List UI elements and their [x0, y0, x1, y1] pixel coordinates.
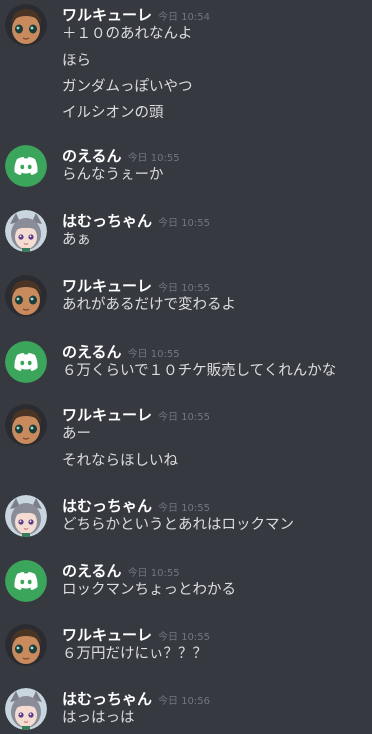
message-header: はむっちゃん 今日 10:56 [62, 688, 210, 708]
message-text: あれがあるだけで変わるよ [62, 297, 236, 313]
hamucchan-avatar-icon [5, 210, 47, 252]
message-header: はむっちゃん 今日 10:55 [62, 210, 210, 230]
username[interactable]: ワルキューレ [62, 277, 152, 295]
message-header: のえるん 今日 10:55 [62, 560, 180, 580]
timestamp: 今日 10:56 [158, 696, 211, 707]
walkure-avatar-icon [5, 4, 47, 46]
message-text: ロックマンちょっとわかる [62, 582, 236, 598]
timestamp: 今日 10:55 [158, 218, 211, 229]
message-header: ワルキューレ 今日 10:54 [62, 4, 210, 24]
message-header: ワルキューレ 今日 10:55 [62, 275, 210, 295]
message-text: ＋１０のあれなんよ [62, 26, 193, 42]
avatar[interactable] [5, 560, 47, 602]
message-text: どちらかというとあれはロックマン [62, 517, 294, 533]
timestamp: 今日 10:55 [158, 632, 211, 643]
hamucchan-avatar-icon [5, 495, 47, 537]
message-text: あー [62, 426, 91, 442]
walkure-avatar-icon [5, 404, 47, 446]
message-text: はっはっは [62, 710, 135, 726]
message-text: ほら [62, 53, 91, 69]
hamucchan-avatar-icon [5, 688, 47, 730]
avatar[interactable] [5, 688, 47, 730]
avatar[interactable] [5, 404, 47, 446]
message-text: それならほしいね [62, 453, 178, 469]
avatar[interactable] [5, 275, 47, 317]
message-text: あぁ [62, 232, 91, 248]
timestamp: 今日 10:54 [158, 12, 211, 23]
message-text: ６万円だけにぃ？？？ [62, 646, 207, 662]
discord-logo-icon [5, 560, 47, 602]
username[interactable]: はむっちゃん [62, 690, 152, 708]
username[interactable]: はむっちゃん [62, 212, 152, 230]
timestamp: 今日 10:55 [158, 412, 211, 423]
avatar[interactable] [5, 495, 47, 537]
message-text: ガンダムっぽいやつ [62, 79, 193, 95]
avatar[interactable] [5, 4, 47, 46]
message-header: のえるん 今日 10:55 [62, 145, 180, 165]
avatar[interactable] [5, 624, 47, 666]
walkure-avatar-icon [5, 275, 47, 317]
discord-logo-icon [5, 145, 47, 187]
username[interactable]: のえるん [62, 562, 122, 580]
chat-message-list: ワルキューレ 今日 10:54 ＋１０のあれなんよ ほら ガンダムっぽいやつ イル… [0, 0, 372, 734]
message-header: ワルキューレ 今日 10:55 [62, 624, 210, 644]
message-text: イルシオンの頭 [62, 105, 164, 121]
timestamp: 今日 10:55 [158, 503, 211, 514]
timestamp: 今日 10:55 [127, 349, 180, 360]
timestamp: 今日 10:55 [127, 568, 180, 579]
avatar[interactable] [5, 145, 47, 187]
username[interactable]: はむっちゃん [62, 497, 152, 515]
username[interactable]: ワルキューレ [62, 6, 152, 24]
message-header: はむっちゃん 今日 10:55 [62, 495, 210, 515]
username[interactable]: のえるん [62, 147, 122, 165]
avatar[interactable] [5, 341, 47, 383]
message-text: らんなうぇーか [62, 167, 164, 183]
avatar[interactable] [5, 210, 47, 252]
username[interactable]: のえるん [62, 343, 122, 361]
message-header: のえるん 今日 10:55 [62, 341, 180, 361]
message-header: ワルキューレ 今日 10:55 [62, 404, 210, 424]
username[interactable]: ワルキューレ [62, 406, 152, 424]
walkure-avatar-icon [5, 624, 47, 666]
discord-logo-icon [5, 341, 47, 383]
timestamp: 今日 10:55 [127, 153, 180, 164]
timestamp: 今日 10:55 [158, 283, 211, 294]
username[interactable]: ワルキューレ [62, 626, 152, 644]
message-text: ６万くらいで１０チケ販売してくれんかな [62, 363, 337, 379]
